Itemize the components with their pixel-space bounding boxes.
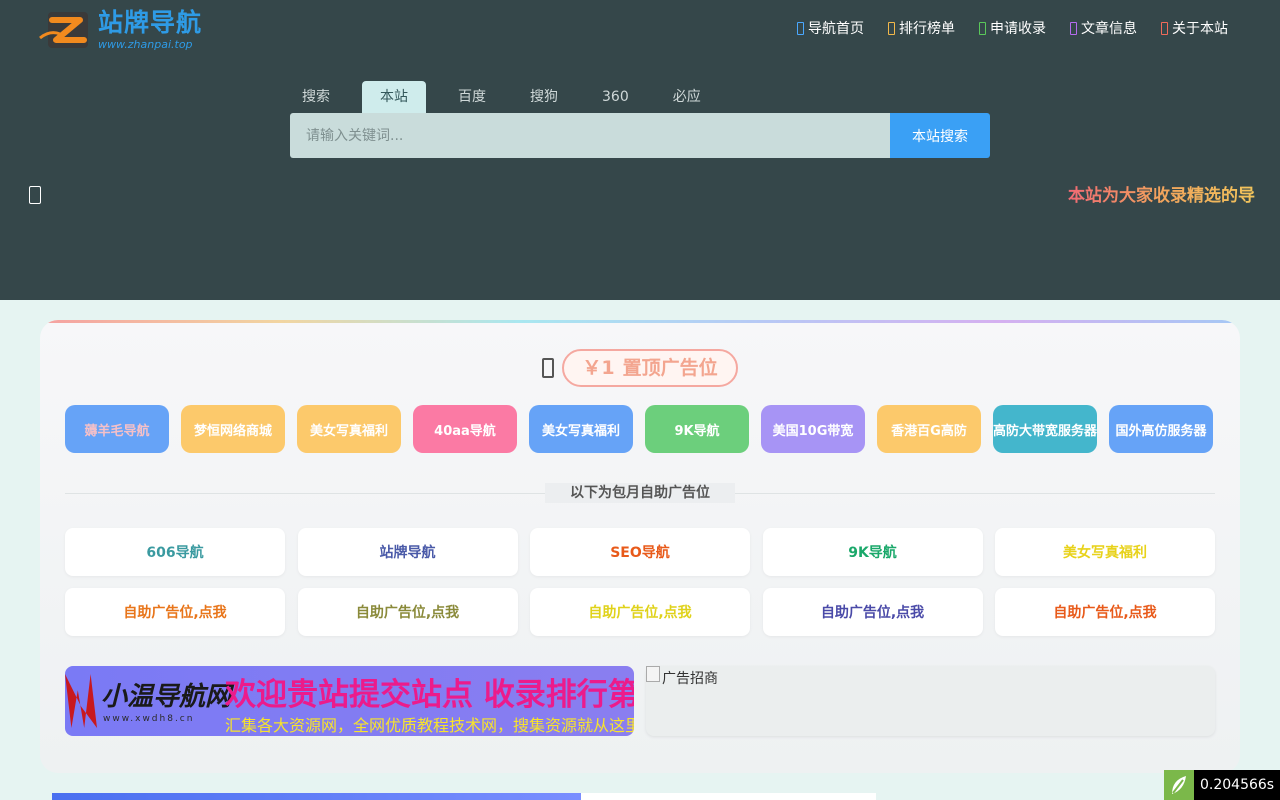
monthly-ad[interactable]: 自助广告位,点我 bbox=[530, 588, 750, 636]
monthly-ad[interactable]: 9K导航 bbox=[762, 528, 983, 576]
broken-image-icon bbox=[646, 666, 660, 682]
submit-icon bbox=[979, 21, 986, 35]
search-button[interactable]: 本站搜索 bbox=[890, 113, 990, 158]
pinned-ad[interactable]: 9K导航 bbox=[645, 405, 749, 453]
pinned-badge: ￥1 置顶广告位 bbox=[562, 349, 738, 387]
pinned-ad[interactable]: 40aa导航 bbox=[413, 405, 517, 453]
pinned-ad[interactable]: 国外高仿服务器 bbox=[1109, 405, 1213, 453]
nav-home[interactable]: 导航首页 bbox=[797, 18, 864, 38]
pinned-price: ￥1 bbox=[582, 357, 615, 379]
monthly-ad[interactable]: SEO导航 bbox=[530, 528, 750, 576]
tab-site[interactable]: 本站 bbox=[362, 81, 426, 113]
ranking-icon bbox=[888, 21, 895, 35]
search-input[interactable] bbox=[290, 113, 890, 158]
pinned-label: 置顶广告位 bbox=[622, 357, 718, 379]
monthly-ad[interactable]: 站牌导航 bbox=[297, 528, 518, 576]
pinned-ad[interactable]: 薅羊毛导航 bbox=[65, 405, 169, 453]
notice-icon bbox=[29, 186, 41, 204]
banner-logo-text: 小温导航网 bbox=[101, 682, 232, 712]
pinned-ads-row: 薅羊毛导航 梦恒网络商城 美女写真福利 40aa导航 美女写真福利 9K导航 美… bbox=[65, 405, 1225, 453]
nav-about[interactable]: 关于本站 bbox=[1161, 18, 1228, 38]
tab-baidu[interactable]: 百度 bbox=[446, 81, 498, 113]
banner-ad-right-alt: 广告招商 bbox=[662, 671, 718, 687]
ad-card: ￥1 置顶广告位 薅羊毛导航 梦恒网络商城 美女写真福利 40aa导航 美女写真福… bbox=[40, 320, 1240, 773]
pinned-header: ￥1 置顶广告位 bbox=[40, 349, 1240, 387]
monthly-ad[interactable]: 606导航 bbox=[65, 528, 285, 576]
monthly-ads-grid: 606导航 站牌导航 SEO导航 9K导航 美女写真福利 自助广告位,点我 自助… bbox=[65, 528, 1215, 636]
nav-ranking-label: 排行榜单 bbox=[899, 21, 955, 37]
leaf-icon bbox=[1164, 770, 1194, 800]
monthly-ad[interactable]: 自助广告位,点我 bbox=[297, 588, 518, 636]
tab-search[interactable]: 搜索 bbox=[290, 81, 342, 113]
monthly-ad[interactable]: 自助广告位,点我 bbox=[762, 588, 983, 636]
logo-title: 站牌导航 bbox=[98, 8, 203, 37]
tab-bing[interactable]: 必应 bbox=[661, 81, 713, 113]
tab-360[interactable]: 360 bbox=[590, 81, 641, 113]
next-section-preview bbox=[52, 793, 581, 800]
about-icon bbox=[1161, 21, 1168, 35]
logo-mark-icon bbox=[39, 12, 88, 48]
next-section-preview-right bbox=[581, 793, 876, 800]
timer-value: 0.204566s bbox=[1200, 777, 1275, 793]
site-logo[interactable]: 站牌导航 www.zhanpai.top bbox=[38, 8, 218, 54]
hero-section: 站牌导航 www.zhanpai.top 导航首页 排行榜单 申请收录 文章信息… bbox=[0, 0, 1280, 300]
pinned-ad[interactable]: 美女写真福利 bbox=[297, 405, 401, 453]
article-icon bbox=[1070, 21, 1077, 35]
monthly-ad[interactable]: 自助广告位,点我 bbox=[995, 588, 1215, 636]
banner-description: 汇集各大资源网，全网优质教程技术网，搜集资源就从这里开始 bbox=[225, 716, 634, 735]
notice-marquee: 本站为大家收录精选的导 bbox=[1068, 183, 1257, 209]
card-top-accent bbox=[40, 320, 1240, 323]
pinned-ad[interactable]: 高防大带宽服务器 bbox=[993, 405, 1097, 453]
banner-ad-left[interactable]: 小温导航网 www.xwdh8.cn 欢迎贵站提交站点 收录排行第一名 汇集各大… bbox=[65, 666, 634, 736]
pinned-ad[interactable]: 香港百G高防 bbox=[877, 405, 981, 453]
tab-sogou[interactable]: 搜狗 bbox=[518, 81, 570, 113]
monthly-section-label: 以下为包月自助广告位 bbox=[545, 483, 735, 503]
pinned-ad[interactable]: 梦恒网络商城 bbox=[181, 405, 285, 453]
banner-ad-right[interactable]: 广告招商 bbox=[646, 666, 1215, 736]
banner-logo-icon bbox=[65, 674, 97, 728]
banner-title: 欢迎贵站提交站点 收录排行第一名 bbox=[225, 677, 634, 713]
main-nav: 导航首页 排行榜单 申请收录 文章信息 关于本站 bbox=[797, 18, 1228, 38]
nav-articles[interactable]: 文章信息 bbox=[1070, 18, 1137, 38]
nav-about-label: 关于本站 bbox=[1172, 21, 1228, 37]
pin-icon bbox=[542, 358, 555, 378]
page-load-timer: 0.204566s bbox=[1164, 770, 1280, 800]
nav-articles-label: 文章信息 bbox=[1081, 21, 1137, 37]
pinned-ad[interactable]: 美女写真福利 bbox=[529, 405, 633, 453]
monthly-ad[interactable]: 自助广告位,点我 bbox=[65, 588, 285, 636]
nav-ranking[interactable]: 排行榜单 bbox=[888, 18, 955, 38]
monthly-ad[interactable]: 美女写真福利 bbox=[995, 528, 1215, 576]
home-icon bbox=[797, 21, 804, 35]
logo-subtitle: www.zhanpai.top bbox=[98, 38, 193, 51]
nav-submit[interactable]: 申请收录 bbox=[979, 18, 1046, 38]
banner-logo-url: www.xwdh8.cn bbox=[103, 714, 195, 724]
search-engine-tabs: 搜索 本站 百度 搜狗 360 必应 bbox=[290, 81, 733, 113]
nav-submit-label: 申请收录 bbox=[990, 21, 1046, 37]
nav-home-label: 导航首页 bbox=[808, 21, 864, 37]
pinned-ad[interactable]: 美国10G带宽 bbox=[761, 405, 865, 453]
